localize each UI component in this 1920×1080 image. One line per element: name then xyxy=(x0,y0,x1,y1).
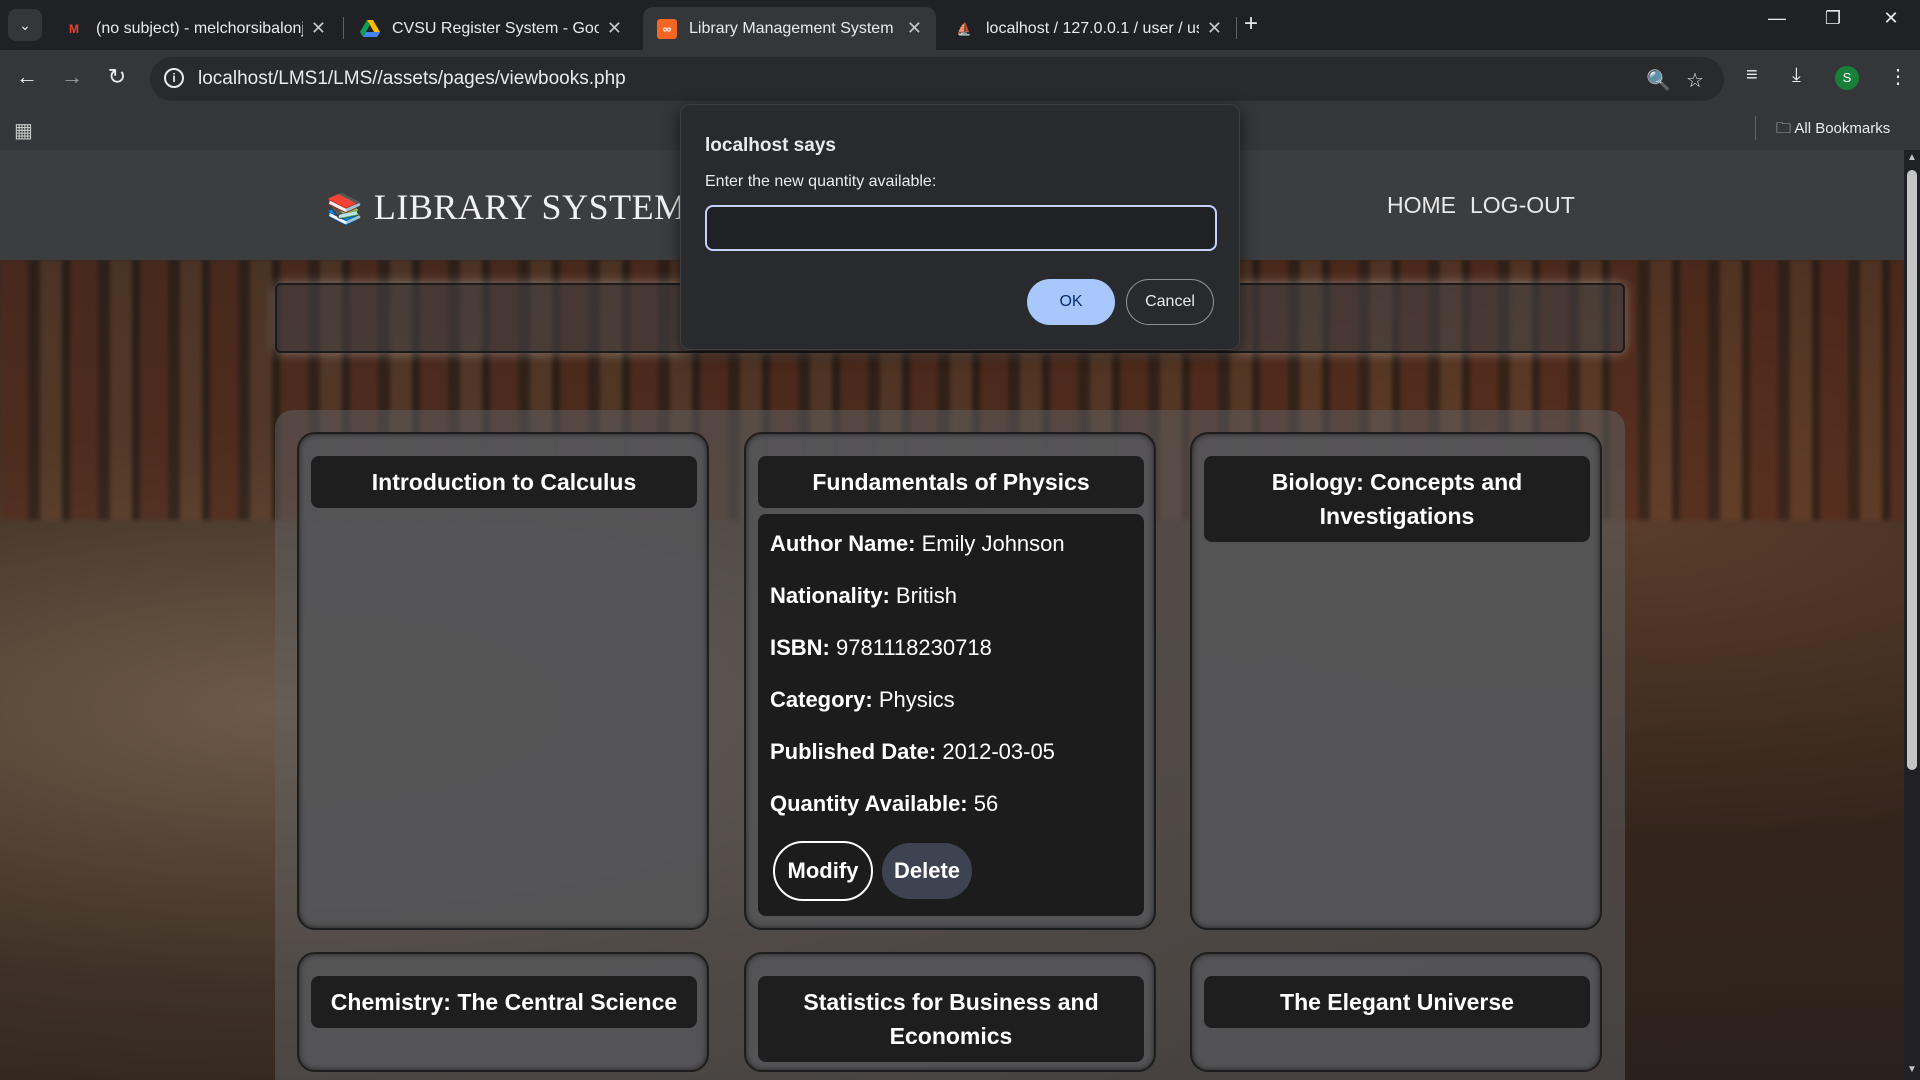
detail-label: Author Name: xyxy=(770,531,916,556)
address-bar[interactable]: i localhost/LMS1/LMS//assets/pages/viewb… xyxy=(150,57,1724,101)
apps-grid-icon[interactable]: ▦ xyxy=(14,118,33,143)
book-card: Statistics for Business and Economics xyxy=(744,952,1156,1072)
detail-value: 9781118230718 xyxy=(836,635,992,660)
book-title[interactable]: Introduction to Calculus xyxy=(311,456,697,508)
library-icon: 📚 xyxy=(326,193,364,226)
book-card: The Elegant Universe xyxy=(1190,952,1602,1072)
detail-label: Nationality: xyxy=(770,583,890,608)
detail-isbn: ISBN: 9781118230718 xyxy=(770,632,1132,684)
tab-phpmyadmin[interactable]: ⛵ localhost / 127.0.0.1 / user / use ✕ xyxy=(940,7,1236,50)
tab-google-drive[interactable]: CVSU Register System - Google ✕ xyxy=(346,7,636,50)
restore-button[interactable]: ❐ xyxy=(1808,8,1858,29)
delete-button[interactable]: Delete xyxy=(882,843,972,899)
all-bookmarks-label: All Bookmarks xyxy=(1794,120,1891,137)
tab-divider xyxy=(1236,17,1237,39)
dialog-title: localhost says xyxy=(705,135,836,156)
bookmarks-divider xyxy=(1755,116,1756,140)
minimize-icon: — xyxy=(1768,8,1786,28)
reload-icon: ↻ xyxy=(107,64,127,89)
scroll-down-icon[interactable]: ▼ xyxy=(1907,1064,1917,1075)
browser-toolbar: ← → ↻ i localhost/LMS1/LMS//assets/pages… xyxy=(0,50,1920,108)
more-menu-icon[interactable]: ⋮ xyxy=(1888,64,1908,89)
scroll-up-icon[interactable]: ▲ xyxy=(1907,152,1917,163)
new-tab-button[interactable]: + xyxy=(1244,10,1258,38)
tab-library-management[interactable]: ∞ Library Management System ✕ xyxy=(643,7,936,50)
tab-strip: ⌄ M (no subject) - melchorsibalonjr2 ✕ C… xyxy=(0,0,1920,50)
detail-nationality: Nationality: British xyxy=(770,580,1132,632)
close-icon[interactable]: ✕ xyxy=(311,18,326,39)
tab-search-button[interactable]: ⌄ xyxy=(8,9,42,41)
ok-button[interactable]: OK xyxy=(1027,279,1115,325)
scroll-thumb[interactable] xyxy=(1907,170,1917,770)
minimize-button[interactable]: — xyxy=(1752,8,1802,29)
cancel-button[interactable]: Cancel xyxy=(1126,279,1214,325)
book-details: Author Name: Emily Johnson Nationality: … xyxy=(758,514,1144,916)
book-card: Biology: Concepts and Investigations xyxy=(1190,432,1602,930)
logo-text: LIBRARY SYSTEM xyxy=(373,187,687,227)
book-title[interactable]: Chemistry: The Central Science xyxy=(311,976,697,1028)
google-drive-icon xyxy=(360,19,380,39)
nav-home[interactable]: HOME xyxy=(1387,192,1456,219)
book-card: Fundamentals of Physics Author Name: Emi… xyxy=(744,432,1156,930)
detail-label: Quantity Available: xyxy=(770,791,968,816)
book-title[interactable]: Fundamentals of Physics xyxy=(758,456,1144,508)
tab-title: Library Management System xyxy=(689,19,894,37)
book-title[interactable]: Biology: Concepts and Investigations xyxy=(1204,456,1590,542)
back-button[interactable]: ← xyxy=(12,64,42,90)
all-bookmarks-button[interactable]: 🗀 All Bookmarks xyxy=(1776,118,1890,143)
reload-button[interactable]: ↻ xyxy=(102,64,132,90)
nav-logout[interactable]: LOG-OUT xyxy=(1470,192,1575,219)
detail-quantity: Quantity Available: 56 xyxy=(770,788,1132,840)
detail-label: ISBN: xyxy=(770,635,830,660)
detail-value: Physics xyxy=(878,687,955,712)
tab-title: CVSU Register System - Google xyxy=(392,19,599,37)
detail-label: Category: xyxy=(770,687,873,712)
dialog-message: Enter the new quantity available: xyxy=(705,173,937,190)
zoom-icon[interactable]: 🔍 xyxy=(1646,68,1671,93)
close-icon: ✕ xyxy=(1883,8,1899,28)
chevron-down-icon: ⌄ xyxy=(19,16,31,33)
detail-value: British xyxy=(895,583,958,608)
detail-published-date: Published Date: 2012-03-05 xyxy=(770,736,1132,788)
detail-author: Author Name: Emily Johnson xyxy=(770,528,1132,580)
plus-icon: + xyxy=(1244,10,1259,37)
books-panel: Introduction to Calculus Fundamentals of… xyxy=(275,410,1625,1080)
detail-category: Category: Physics xyxy=(770,684,1132,736)
profile-avatar[interactable]: S xyxy=(1835,66,1859,90)
media-control-icon[interactable]: ≡ xyxy=(1746,64,1758,87)
arrow-right-icon: → xyxy=(61,64,83,89)
detail-value: 56 xyxy=(973,791,999,816)
book-card: Introduction to Calculus xyxy=(297,432,709,930)
tab-gmail[interactable]: M (no subject) - melchorsibalonjr2 ✕ xyxy=(50,7,340,50)
gmail-icon: M xyxy=(69,21,79,36)
book-card: Chemistry: The Central Science xyxy=(297,952,709,1072)
download-icon[interactable]: ⤓ xyxy=(1792,64,1801,87)
tab-title: localhost / 127.0.0.1 / user / use xyxy=(986,19,1199,37)
detail-value: Emily Johnson xyxy=(921,531,1065,556)
tab-divider xyxy=(343,17,344,39)
star-icon[interactable]: ☆ xyxy=(1686,68,1704,93)
modify-button[interactable]: Modify xyxy=(773,841,873,901)
restore-icon: ❐ xyxy=(1824,8,1842,28)
arrow-left-icon: ← xyxy=(16,64,38,89)
close-icon[interactable]: ✕ xyxy=(607,18,622,39)
detail-value: 2012-03-05 xyxy=(942,739,1055,764)
quantity-input[interactable] xyxy=(705,205,1217,251)
book-title[interactable]: The Elegant Universe xyxy=(1204,976,1590,1028)
book-title[interactable]: Statistics for Business and Economics xyxy=(758,976,1144,1062)
close-icon[interactable]: ✕ xyxy=(907,18,922,39)
close-window-button[interactable]: ✕ xyxy=(1866,8,1916,29)
site-logo[interactable]: 📚 LIBRARY SYSTEM xyxy=(326,186,687,228)
url-text: localhost/LMS1/LMS//assets/pages/viewboo… xyxy=(198,68,626,89)
phpmyadmin-icon: ⛵ xyxy=(956,21,972,36)
prompt-dialog: localhost says Enter the new quantity av… xyxy=(680,104,1240,350)
site-icon: ∞ xyxy=(657,18,677,39)
page-scrollbar[interactable]: ▲ ▼ xyxy=(1904,150,1920,1080)
tab-title: (no subject) - melchorsibalonjr2 xyxy=(96,19,303,37)
detail-label: Published Date: xyxy=(770,739,937,764)
forward-button[interactable]: → xyxy=(57,64,87,90)
site-info-icon[interactable]: i xyxy=(164,68,184,88)
close-icon[interactable]: ✕ xyxy=(1207,18,1222,39)
folder-icon: 🗀 xyxy=(1776,120,1792,137)
